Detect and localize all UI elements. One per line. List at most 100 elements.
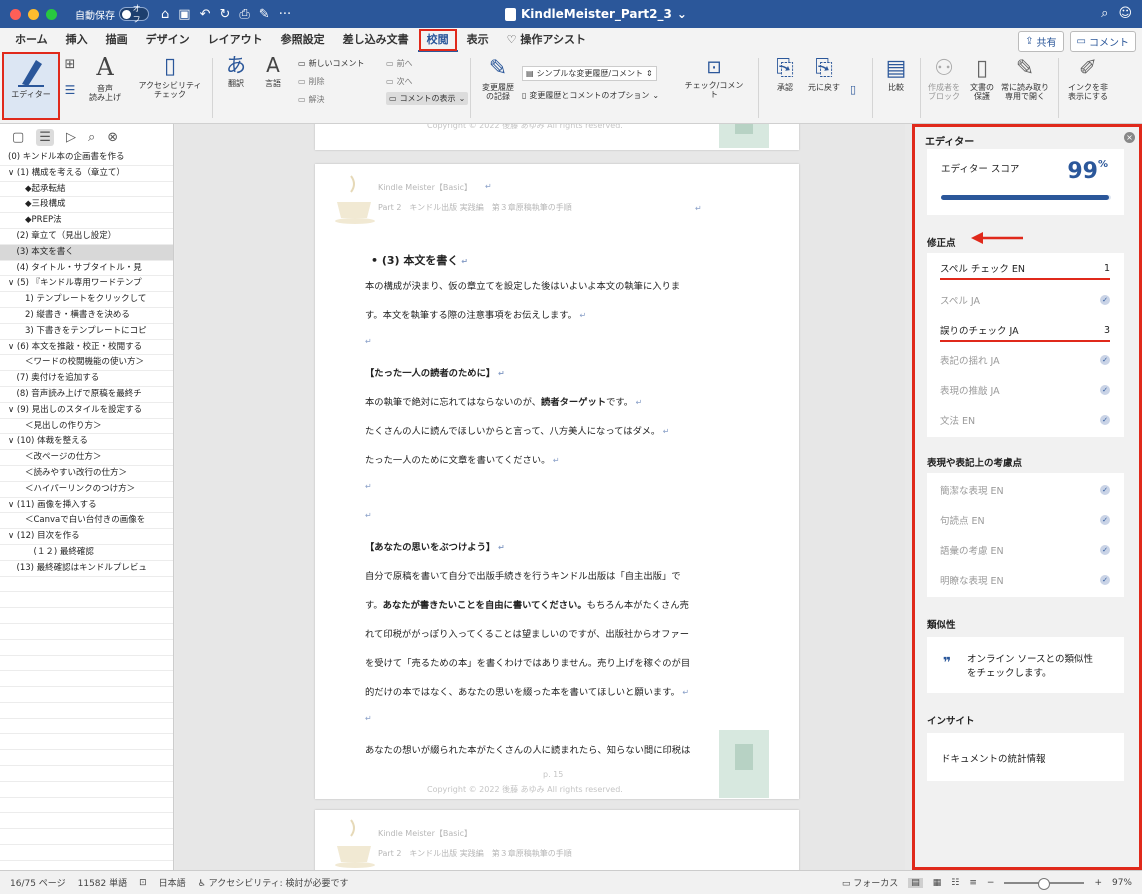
print-icon[interactable]: ⎙ <box>239 7 249 22</box>
clarity-row[interactable]: 明瞭な表現 EN ✓ <box>940 573 1110 587</box>
outline-item[interactable]: ＜Canvaで白い台付きの画像を <box>0 513 173 530</box>
next-page[interactable]: Kindle Meister【Basic】 Part 2 キンドル出版 実践編 … <box>315 810 799 870</box>
page-count[interactable]: 16/75 ページ <box>10 876 66 889</box>
next-comment-button[interactable]: ▭ 次へ <box>386 76 413 87</box>
tab-references[interactable]: 参照設定 <box>272 28 334 52</box>
outline-view-icon[interactable]: ☷ <box>951 878 959 888</box>
more-icon[interactable]: ··· <box>279 7 291 22</box>
tab-view[interactable]: 表示 <box>458 28 498 52</box>
protect-document-button[interactable]: ▯ 文書の 保護 <box>966 56 998 102</box>
search-icon[interactable]: ⌕ <box>1101 6 1108 21</box>
outline-item[interactable]: ∨ (5) 『キンドル専用ワードテンプ <box>0 276 173 293</box>
hide-ink-button[interactable]: ✐ インクを非 表示にする <box>1064 56 1112 102</box>
notation-row[interactable]: 表記の揺れ JA ✓ <box>940 353 1110 367</box>
thumbnails-icon[interactable]: ▢ <box>12 130 24 145</box>
close-icon[interactable]: × <box>1124 132 1135 143</box>
grammar-ja-row[interactable]: 誤りのチェック JA 3 <box>940 323 1110 342</box>
read-aloud-button[interactable]: A 音声 読み上げ <box>82 53 128 102</box>
minimize-window-button[interactable] <box>28 8 39 20</box>
outline-item[interactable]: ＜読みやすい改行の仕方＞ <box>0 466 173 482</box>
chevron-down-icon[interactable]: ⌄ <box>677 7 687 21</box>
document-stats-card[interactable]: ドキュメントの統計情報 <box>927 733 1124 781</box>
tab-draw[interactable]: 描画 <box>97 28 137 52</box>
outline-item[interactable]: ∨ (11) 画像を挿入する <box>0 498 173 514</box>
concise-row[interactable]: 簡潔な表現 EN ✓ <box>940 483 1110 497</box>
compare-button[interactable]: ▤ 比較 <box>880 56 912 92</box>
word-count-button[interactable]: ☰ <box>60 83 80 98</box>
search-icon[interactable]: ⌕ <box>88 130 95 145</box>
outline-icon[interactable]: ☰ <box>36 128 54 146</box>
reject-button[interactable]: ⎘ 元に戻す <box>806 56 842 92</box>
outline-item[interactable]: ∨ (9) 見出しのスタイルを設定する <box>0 403 173 419</box>
redo-icon[interactable]: ↻ <box>219 7 230 22</box>
thesaurus-button[interactable]: ⊞ <box>60 57 80 73</box>
zoom-in-button[interactable]: + <box>1094 878 1102 888</box>
translate-button[interactable]: あ 翻訳 <box>218 54 254 89</box>
document-canvas[interactable]: Copyright © 2022 後藤 あゆみ All rights reser… <box>175 124 905 870</box>
zoom-window-button[interactable] <box>46 8 57 20</box>
tell-me[interactable]: ♡ 操作アシスト <box>498 28 595 52</box>
draft-view-icon[interactable]: ≡ <box>969 878 977 888</box>
proofing-icon[interactable]: ⊡ <box>139 878 147 888</box>
next-change-button[interactable]: ▯ <box>846 83 860 97</box>
profile-icon[interactable]: ☺ <box>1118 6 1132 21</box>
vocabulary-row[interactable]: 語彙の考慮 EN ✓ <box>940 543 1110 557</box>
close-window-button[interactable] <box>10 8 21 20</box>
close-icon[interactable]: ⊗ <box>107 130 118 145</box>
outline-item[interactable]: (2) 章立て（見出し設定） <box>0 229 173 245</box>
language-status[interactable]: 日本語 <box>159 876 186 889</box>
track-changes-button[interactable]: ✎ 変更履歴 の記録 <box>480 56 516 102</box>
tab-design[interactable]: デザイン <box>137 28 199 52</box>
tab-insert[interactable]: 挿入 <box>57 28 97 52</box>
expression-row[interactable]: 表現の推敲 JA ✓ <box>940 383 1110 397</box>
similarity-card[interactable]: ❞ オンライン ソースとの類似性 をチェックします。 <box>927 637 1124 693</box>
new-comment-button[interactable]: ▭ 新しいコメント <box>298 58 365 69</box>
outline-item[interactable]: 3) 下書きをテンプレートにコピ <box>0 324 173 340</box>
grammar-en-row[interactable]: 文法 EN ✓ <box>940 413 1110 427</box>
spelling-ja-row[interactable]: スペル JA ✓ <box>940 293 1110 307</box>
zoom-level[interactable]: 97% <box>1112 878 1132 888</box>
undo-icon[interactable]: ↶ <box>200 7 211 22</box>
outline-item[interactable]: 1) テンプレートをクリックして <box>0 292 173 308</box>
word-count[interactable]: 11582 単語 <box>78 876 128 889</box>
outline-item[interactable]: ＜ワードの校閲機能の使い方＞ <box>0 355 173 372</box>
save-icon[interactable]: ▣ <box>178 7 190 22</box>
prev-comment-button[interactable]: ▭ 前へ <box>386 58 413 69</box>
print-layout-icon[interactable]: ▤ <box>908 877 923 888</box>
outline-item[interactable]: ∨ (12) 目次を作る <box>0 529 173 545</box>
outline-item[interactable]: (１２) 最終確認 <box>0 545 173 561</box>
outline-item[interactable]: ∨ (6) 本文を推敲・校正・校閲する <box>0 340 173 356</box>
home-icon[interactable]: ⌂ <box>161 7 169 22</box>
editor-score-card[interactable]: エディター スコア 99% <box>927 149 1124 215</box>
outline-item[interactable]: ＜改ページの仕方＞ <box>0 450 173 466</box>
editor-button[interactable]: エディター <box>2 52 60 120</box>
tab-layout[interactable]: レイアウト <box>199 28 272 52</box>
outline-item[interactable]: ◆PREP法 <box>0 213 173 229</box>
outline-item[interactable]: ◆三段構成 <box>0 197 173 214</box>
tab-home[interactable]: ホーム <box>6 28 57 52</box>
block-authors-button[interactable]: ⚇ 作成者を ブロック <box>924 56 964 102</box>
outline-item[interactable]: ∨ (10) 体裁を整える <box>0 434 173 451</box>
delete-comment-button[interactable]: ▭ 削除 <box>298 76 325 87</box>
accessibility-check-button[interactable]: ▯ アクセシビリティ チェック <box>134 54 206 100</box>
markup-select[interactable]: ▤ シンプルな変更履歴/コメント ⇕ <box>522 66 657 81</box>
outline-item[interactable]: ∨ (1) 構成を考える（章立て） <box>0 166 173 182</box>
markup-options-button[interactable]: ▯ 変更履歴とコメントのオプション ⌄ <box>522 90 659 101</box>
tab-mailings[interactable]: 差し込み文書 <box>334 28 418 52</box>
outline-item[interactable]: ◆起承転結 <box>0 182 173 198</box>
outline-item[interactable]: (0) キンドル本の企画書を作る <box>0 150 173 166</box>
comments-button[interactable]: ▭ コメント <box>1069 31 1136 52</box>
outline-item[interactable]: (4) タイトル・サブタイトル・見 <box>0 261 173 277</box>
always-read-only-button[interactable]: ✎ 常に読み取り 専用で開く <box>1000 56 1050 102</box>
document-page[interactable]: Kindle Meister【Basic】 ↵ Part 2 キンドル出版 実践編… <box>315 164 799 799</box>
autosave-toggle[interactable]: オフ <box>119 4 149 24</box>
outline-item[interactable]: (3) 本文を書く <box>0 244 173 261</box>
resolve-button[interactable]: ▭ 解決 <box>298 94 325 105</box>
outline-item[interactable]: ＜見出しの作り方＞ <box>0 419 173 435</box>
tab-review[interactable]: 校閲 <box>417 28 458 52</box>
punctuation-row[interactable]: 句読点 EN ✓ <box>940 513 1110 527</box>
share-button[interactable]: ⇪ 共有 <box>1018 31 1064 52</box>
focus-button[interactable]: ▭ フォーカス <box>842 876 898 889</box>
zoom-out-button[interactable]: − <box>987 878 995 888</box>
review-icon[interactable]: ▷ <box>66 130 76 145</box>
